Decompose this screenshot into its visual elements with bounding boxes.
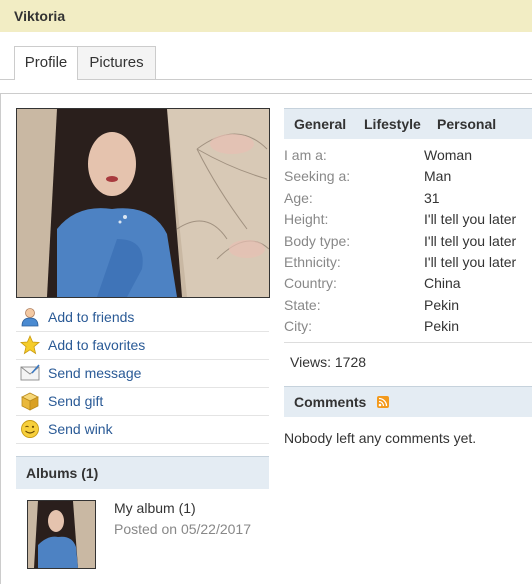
- info-value: Woman: [424, 147, 472, 163]
- info-row: Ethnicity: I'll tell you later: [284, 252, 532, 273]
- add-friend-icon: [21, 308, 39, 327]
- info-row: Body type: I'll tell you later: [284, 231, 532, 252]
- info-row: City: Pekin: [284, 316, 532, 337]
- info-row: State: Pekin: [284, 295, 532, 316]
- comments-section-header: Comments: [284, 386, 532, 417]
- album-thumbnail-image: [28, 501, 95, 568]
- star-icon: [20, 335, 40, 355]
- profile-actions: Add to friends Add to favorites Send mes…: [16, 304, 269, 444]
- info-label: Seeking a:: [284, 168, 351, 185]
- info-label: Country:: [284, 275, 337, 292]
- info-tab-personal[interactable]: Personal: [437, 116, 496, 132]
- profile-tabs: Profile Pictures: [0, 46, 532, 80]
- info-label: Body type:: [284, 232, 351, 249]
- profile-name-title: Viktoria: [14, 8, 66, 24]
- info-label: State:: [284, 296, 321, 313]
- profile-photo[interactable]: [16, 108, 270, 298]
- add-to-friends-link[interactable]: Add to friends: [48, 309, 134, 325]
- album-thumbnail[interactable]: [27, 500, 96, 569]
- send-message-action[interactable]: Send message: [16, 360, 269, 388]
- add-to-friends-action[interactable]: Add to friends: [16, 304, 269, 332]
- no-comments-message: Nobody left any comments yet.: [284, 430, 477, 446]
- envelope-icon: [20, 364, 40, 381]
- tab-pictures[interactable]: Pictures: [77, 46, 156, 79]
- info-label: City:: [284, 318, 312, 335]
- info-row: Country: China: [284, 273, 532, 294]
- send-message-link[interactable]: Send message: [48, 365, 141, 381]
- info-label: Height:: [284, 211, 329, 228]
- info-value: I'll tell you later: [424, 232, 517, 249]
- info-value: 31: [424, 189, 440, 206]
- profile-photo-image: [17, 109, 269, 297]
- albums-section-header: Albums (1): [16, 456, 269, 489]
- wink-smiley-icon: [21, 420, 39, 438]
- info-label: I am a:: [284, 147, 327, 163]
- info-tab-lifestyle[interactable]: Lifestyle: [364, 116, 421, 132]
- add-to-favorites-link[interactable]: Add to favorites: [48, 337, 145, 353]
- albums-heading: Albums (1): [26, 465, 99, 481]
- info-value: Man: [424, 168, 452, 185]
- info-section-header: General Lifestyle Personal: [284, 108, 532, 139]
- album-posted-date: Posted on 05/22/2017: [114, 521, 252, 537]
- info-value: I'll tell you later: [424, 253, 517, 270]
- comments-heading: Comments: [294, 394, 367, 410]
- info-value: Pekin: [424, 318, 460, 335]
- info-row: Height: I'll tell you later: [284, 209, 532, 230]
- info-value: I'll tell you later: [424, 211, 517, 228]
- gift-box-icon: [21, 392, 39, 411]
- tab-profile[interactable]: Profile: [14, 46, 78, 80]
- info-row: Seeking a: Man: [284, 166, 532, 187]
- views-divider: [284, 342, 532, 343]
- send-gift-link[interactable]: Send gift: [48, 393, 103, 409]
- profile-views-count: Views: 1728: [290, 354, 367, 370]
- page-header: Viktoria: [0, 0, 532, 32]
- album-name-link[interactable]: My album (1): [114, 500, 196, 516]
- info-value: Pekin: [424, 296, 460, 313]
- info-label: Age:: [284, 189, 313, 206]
- rss-feed-icon[interactable]: [377, 396, 389, 408]
- info-tab-general[interactable]: General: [294, 116, 346, 132]
- info-label: Ethnicity:: [284, 253, 341, 270]
- info-value: China: [424, 275, 461, 292]
- info-row: I am a: Woman: [284, 145, 532, 166]
- info-details: I am a: Woman Seeking a: Man Age: 31 Height…: [284, 145, 532, 338]
- send-wink-link[interactable]: Send wink: [48, 421, 113, 437]
- send-wink-action[interactable]: Send wink: [16, 416, 269, 444]
- info-row: Age: 31: [284, 188, 532, 209]
- send-gift-action[interactable]: Send gift: [16, 388, 269, 416]
- add-to-favorites-action[interactable]: Add to favorites: [16, 332, 269, 360]
